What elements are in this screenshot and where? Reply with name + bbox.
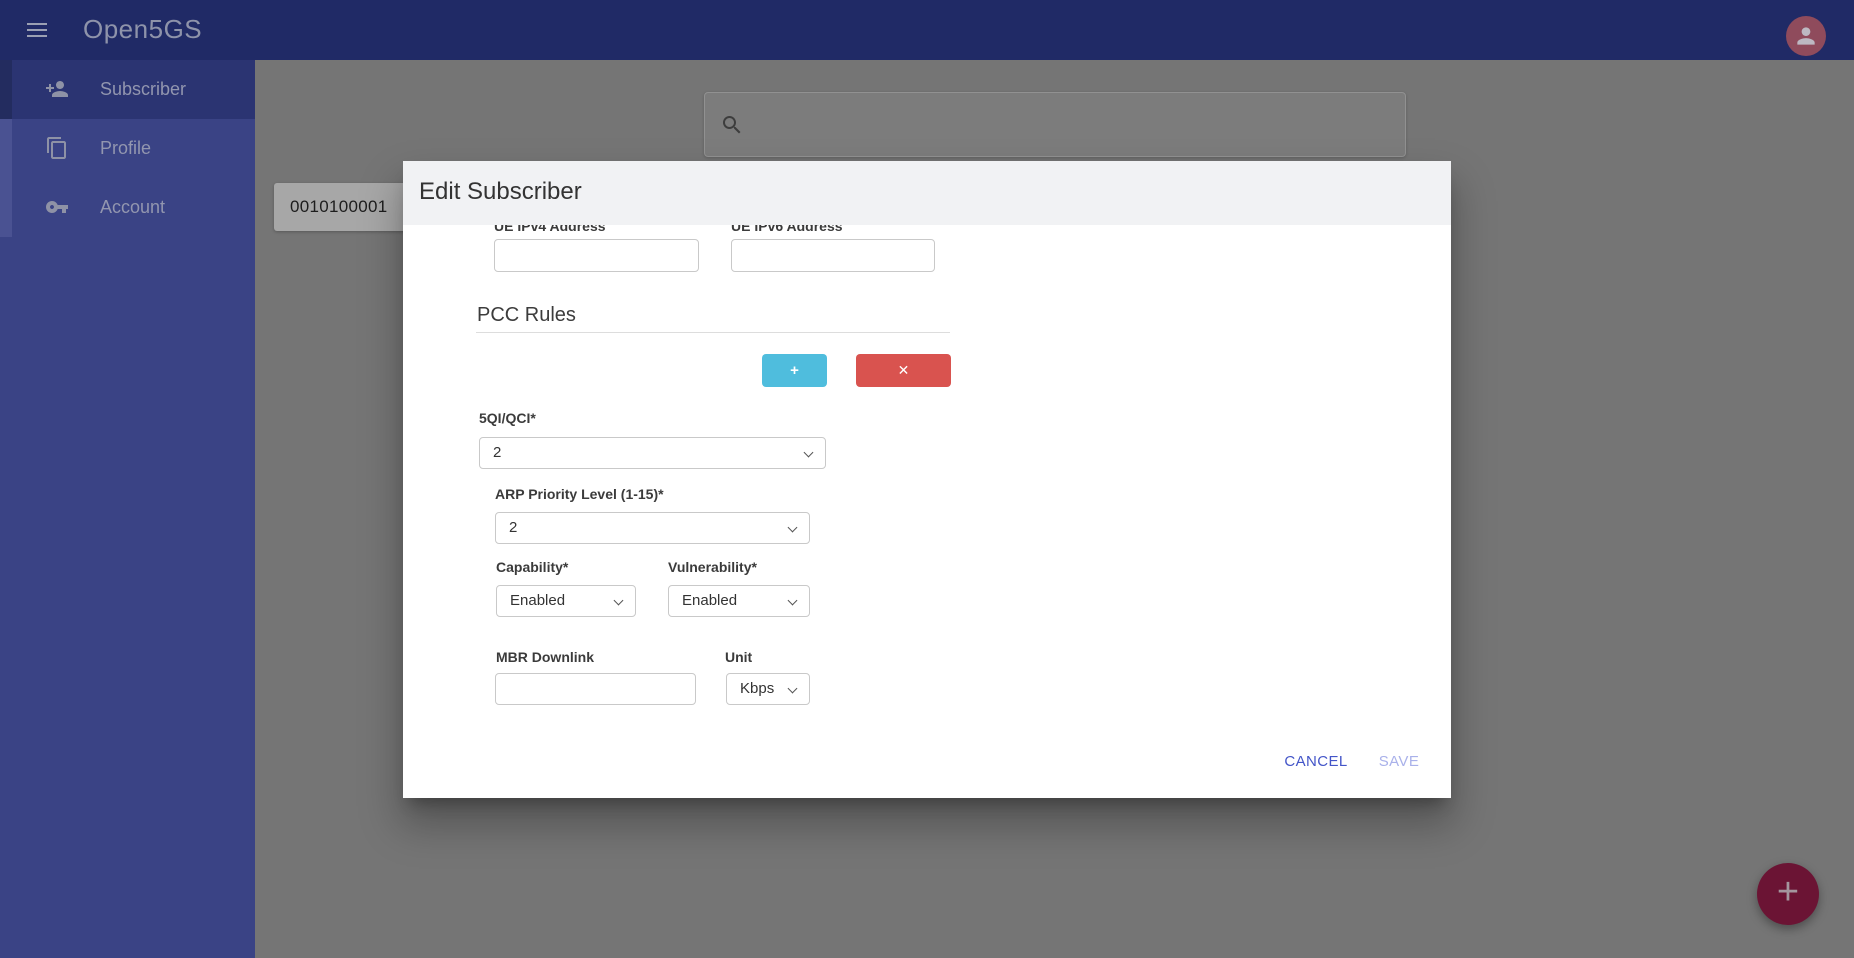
section-divider (476, 332, 950, 333)
vulnerability-select[interactable]: Enabled (668, 585, 810, 617)
app-root: Open5GS Subscriber Profile Accou (0, 0, 1854, 958)
ue-ipv6-input[interactable] (731, 239, 935, 272)
edit-subscriber-modal: UE IPv4 Address UE IPv6 Address Edit Sub… (403, 161, 1451, 798)
modal-header: Edit Subscriber (403, 161, 1451, 225)
pcc-rules-section-title: PCC Rules (477, 304, 576, 327)
mbr-downlink-label: MBR Downlink (496, 649, 594, 665)
cancel-button[interactable]: CANCEL (1271, 746, 1361, 776)
chevron-down-icon (788, 684, 798, 694)
mbr-downlink-input[interactable] (495, 673, 696, 705)
qci-select[interactable]: 2 (479, 437, 826, 469)
x-icon: ✕ (898, 362, 910, 378)
ue-ipv4-input[interactable] (494, 239, 699, 272)
arp-select[interactable]: 2 (495, 512, 810, 544)
chevron-down-icon (788, 596, 798, 606)
modal-title: Edit Subscriber (419, 178, 582, 206)
chevron-down-icon (804, 448, 814, 458)
capability-select[interactable]: Enabled (496, 585, 636, 617)
unit-select[interactable]: Kbps (726, 673, 810, 705)
pcc-rule-add-button[interactable]: + (762, 354, 827, 387)
chevron-down-icon (614, 596, 624, 606)
vulnerability-label: Vulnerability* (668, 559, 757, 575)
chevron-down-icon (788, 523, 798, 533)
capability-label: Capability* (496, 559, 568, 575)
unit-label: Unit (725, 649, 752, 665)
plus-icon: + (790, 362, 799, 379)
arp-label: ARP Priority Level (1-15)* (495, 486, 664, 502)
save-button[interactable]: SAVE (1364, 746, 1434, 776)
pcc-rule-remove-button[interactable]: ✕ (856, 354, 951, 387)
qci-label: 5QI/QCI* (479, 410, 536, 426)
